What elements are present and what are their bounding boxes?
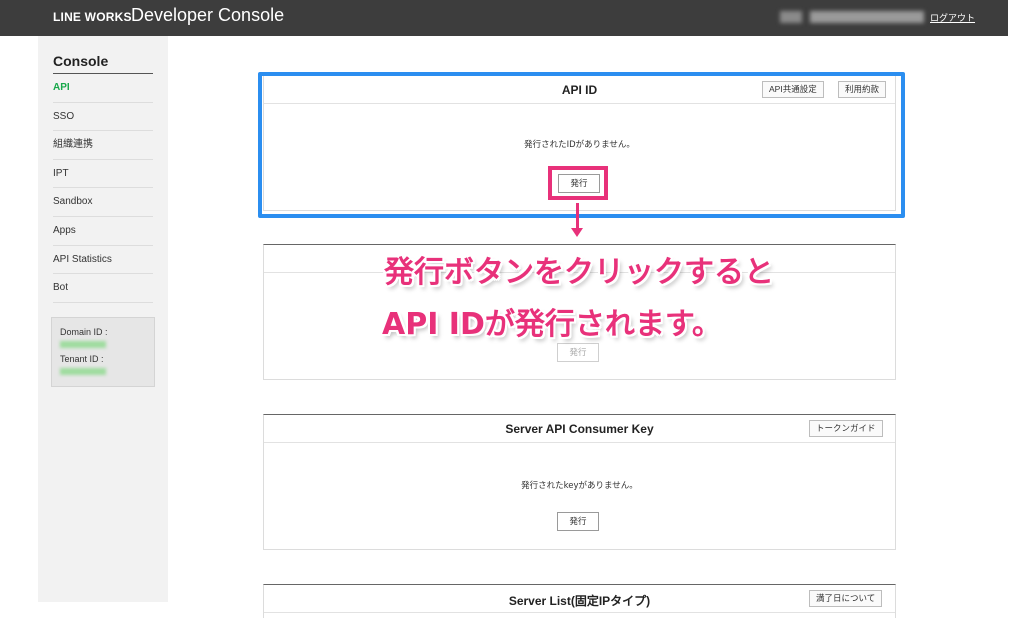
screen: LINE WORKS Developer Console ログアウト Conso… bbox=[0, 0, 1024, 618]
line-works-logo: LINE WORKS bbox=[53, 10, 132, 24]
domain-id-label: Domain ID : bbox=[60, 327, 108, 337]
consumer-key-panel-header: Server API Consumer Key トークンガイド bbox=[264, 415, 895, 443]
sidebar-item-api[interactable]: API bbox=[53, 74, 153, 103]
sidebar-item-apps[interactable]: Apps bbox=[53, 217, 153, 246]
server-list-panel: Server List(固定IPタイプ) 満了日について bbox=[263, 584, 896, 618]
arrow-down-icon bbox=[571, 228, 583, 237]
logout-link[interactable]: ログアウト bbox=[930, 11, 975, 24]
token-guide-button[interactable]: トークンガイド bbox=[809, 420, 883, 437]
blurred-tenant-id bbox=[60, 368, 106, 375]
sidebar: Console API SSO 組織連携 IPT Sandbox Apps AP… bbox=[38, 36, 168, 602]
app-title: Developer Console bbox=[131, 5, 285, 25]
blurred-user-avatar bbox=[780, 11, 802, 23]
sidebar-nav: API SSO 組織連携 IPT Sandbox Apps API Statis… bbox=[53, 74, 153, 303]
callout-line-1: 発行ボタンをクリックすると bbox=[384, 255, 774, 290]
sidebar-item-api-statistics[interactable]: API Statistics bbox=[53, 246, 153, 275]
consumer-key-title: Server API Consumer Key bbox=[505, 422, 654, 436]
sidebar-item-sandbox[interactable]: Sandbox bbox=[53, 188, 153, 217]
sidebar-item-ipt[interactable]: IPT bbox=[53, 160, 153, 189]
server-list-panel-header: Server List(固定IPタイプ) 満了日について bbox=[264, 585, 895, 613]
server-list-title: Server List(固定IPタイプ) bbox=[508, 594, 651, 608]
domain-info-box: Domain ID : Tenant ID : bbox=[51, 317, 155, 387]
pointer-arrow-shaft bbox=[576, 203, 579, 229]
expiry-info-button[interactable]: 満了日について bbox=[809, 590, 883, 607]
top-bar: LINE WORKS Developer Console ログアウト bbox=[0, 0, 1008, 36]
sidebar-item-bot[interactable]: Bot bbox=[53, 274, 153, 303]
consumer-key-empty-message: 発行されたkeyがありません。 bbox=[521, 481, 638, 491]
callout-line-2: API IDが発行されます。 bbox=[382, 307, 722, 342]
blurred-domain-id bbox=[60, 341, 106, 348]
tenant-id-label: Tenant ID : bbox=[60, 354, 104, 364]
sidebar-item-sso[interactable]: SSO bbox=[53, 103, 153, 132]
issue-button-highlight-frame bbox=[548, 166, 608, 200]
consumer-key-panel: Server API Consumer Key トークンガイド 発行されたkey… bbox=[263, 414, 896, 550]
blurred-user-name bbox=[810, 11, 924, 23]
sidebar-heading: Console bbox=[53, 53, 153, 74]
sidebar-item-org-sync[interactable]: 組織連携 bbox=[53, 131, 153, 160]
issue-consumer-key-button[interactable]: 発行 bbox=[557, 512, 599, 531]
issue-secondary-button[interactable]: 発行 bbox=[557, 343, 599, 362]
